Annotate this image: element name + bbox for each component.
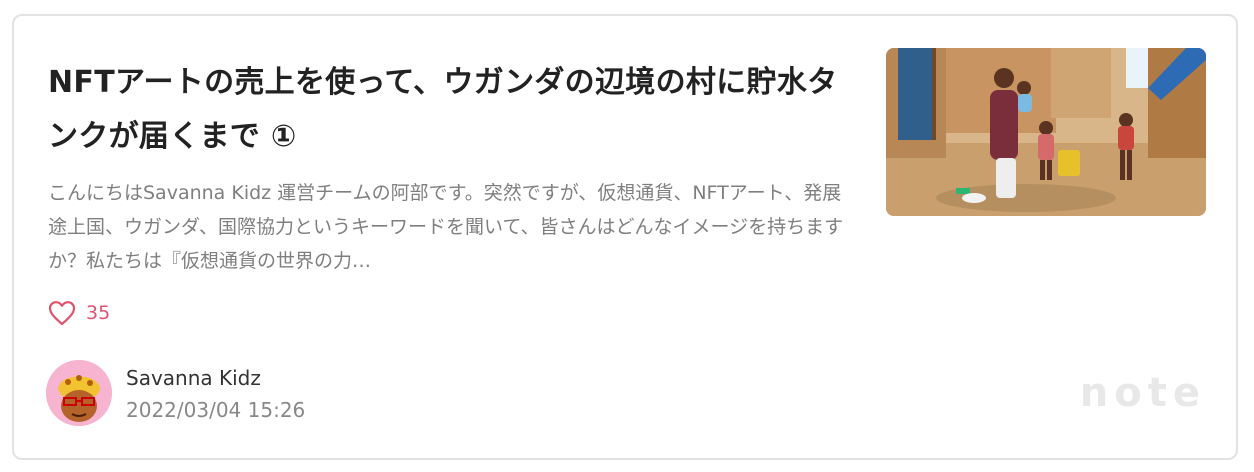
- article-title[interactable]: NFTアートの売上を使って、ウガンダの辺境の村に貯水タンクが届くまで ①: [48, 56, 858, 164]
- like-button[interactable]: 35: [48, 298, 110, 328]
- article-thumbnail[interactable]: [886, 48, 1206, 216]
- like-count: 35: [86, 302, 111, 324]
- author-name[interactable]: Savanna Kidz: [126, 366, 261, 390]
- note-logo: note: [1079, 370, 1206, 416]
- post-date: 2022/03/04 15:26: [126, 398, 306, 422]
- heart-outline-icon: [48, 301, 76, 326]
- author-avatar[interactable]: [46, 360, 112, 426]
- article-card[interactable]: NFTアートの売上を使って、ウガンダの辺境の村に貯水タンクが届くまで ① こんに…: [12, 14, 1238, 460]
- article-excerpt: こんにちはSavanna Kidz 運営チームの阿部です。突然ですが、仮想通貨、…: [48, 182, 844, 272]
